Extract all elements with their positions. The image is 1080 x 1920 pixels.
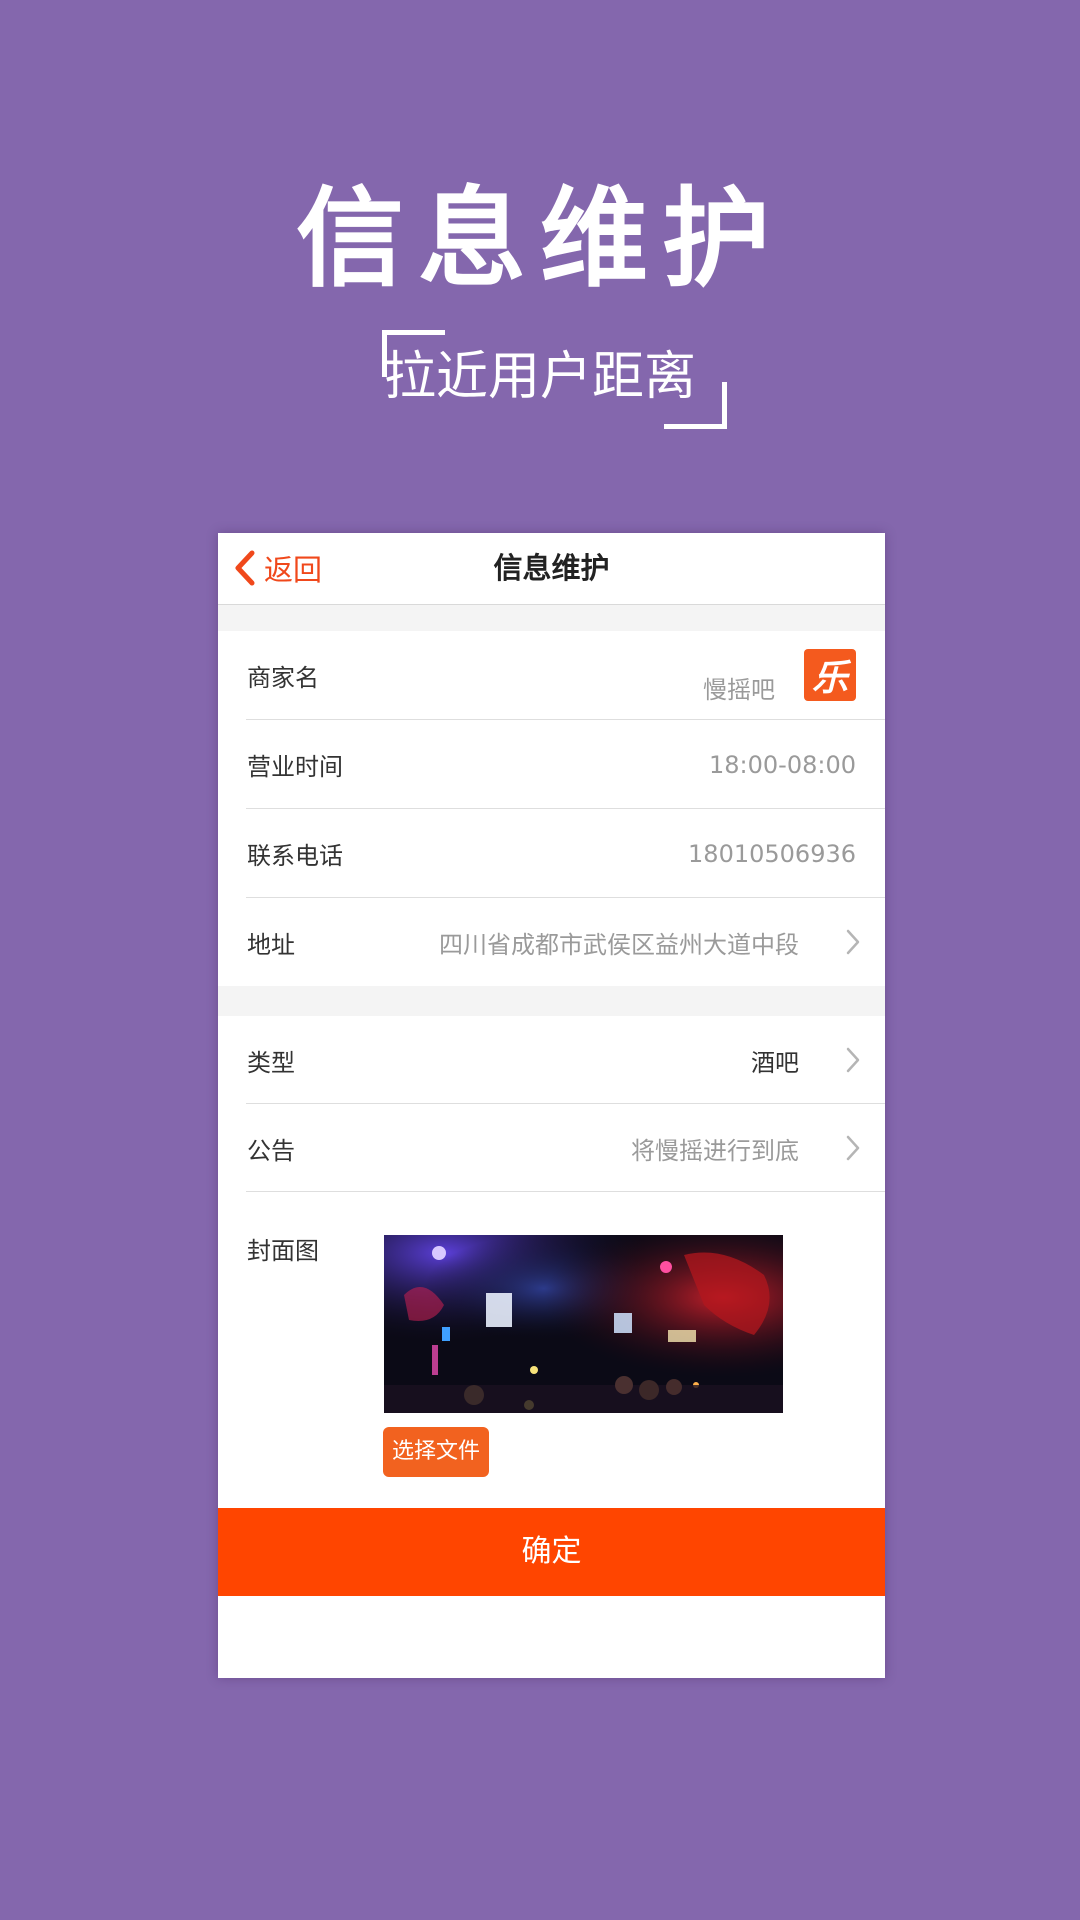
merchant-logo[interactable]: 乐 bbox=[804, 649, 856, 701]
confirm-button[interactable]: 确定 bbox=[218, 1508, 885, 1596]
row-divider bbox=[246, 1191, 885, 1192]
type-label: 类型 bbox=[247, 1048, 295, 1077]
type-value: 酒吧 bbox=[751, 1048, 799, 1077]
chevron-right-icon bbox=[846, 1047, 860, 1073]
nav-bar: 返回 信息维护 bbox=[218, 533, 885, 605]
hero-title: 信息维护 bbox=[295, 177, 784, 302]
address-label: 地址 bbox=[247, 930, 295, 959]
chevron-right-icon bbox=[846, 929, 860, 955]
section-gap bbox=[218, 605, 885, 631]
choose-file-button[interactable]: 选择文件 bbox=[383, 1427, 489, 1477]
notice-row[interactable]: 公告 将慢摇进行到底 bbox=[218, 1104, 885, 1192]
business-hours-value: 18:00-08:00 bbox=[709, 750, 856, 779]
phone-value: 18010506936 bbox=[688, 839, 856, 868]
corner-bracket-bottom-right bbox=[664, 382, 727, 429]
phone-label: 联系电话 bbox=[247, 842, 343, 870]
address-row[interactable]: 地址 四川省成都市武侯区益州大道中段 bbox=[218, 898, 885, 986]
phone-row[interactable]: 联系电话 18010506936 bbox=[218, 809, 885, 898]
type-row[interactable]: 类型 酒吧 bbox=[218, 1016, 885, 1104]
notice-label: 公告 bbox=[247, 1136, 295, 1165]
logo-glyph: 乐 bbox=[811, 658, 848, 699]
merchant-name-row[interactable]: 商家名 慢摇吧 乐 bbox=[218, 631, 885, 720]
cover-image bbox=[384, 1235, 783, 1413]
hero-subtitle: 拉近用户距离 bbox=[383, 347, 696, 407]
page-title: 信息维护 bbox=[493, 551, 610, 585]
business-hours-row[interactable]: 营业时间 18:00-08:00 bbox=[218, 720, 885, 809]
business-hours-label: 营业时间 bbox=[247, 753, 343, 781]
address-value: 四川省成都市武侯区益州大道中段 bbox=[439, 930, 799, 959]
hero-subtitle-block: 拉近用户距离 bbox=[0, 330, 1080, 430]
cover-label: 封面图 bbox=[247, 1237, 319, 1265]
section-gap bbox=[218, 986, 885, 1016]
merchant-name-label: 商家名 bbox=[247, 664, 319, 692]
chevron-right-icon bbox=[846, 1135, 860, 1161]
phone-screen: 返回 信息维护 商家名 慢摇吧 乐 营业时间 18:00-08:00 联系电话 … bbox=[218, 533, 885, 1678]
notice-value: 将慢摇进行到底 bbox=[631, 1136, 799, 1165]
cover-photo-illustration bbox=[384, 1235, 783, 1413]
